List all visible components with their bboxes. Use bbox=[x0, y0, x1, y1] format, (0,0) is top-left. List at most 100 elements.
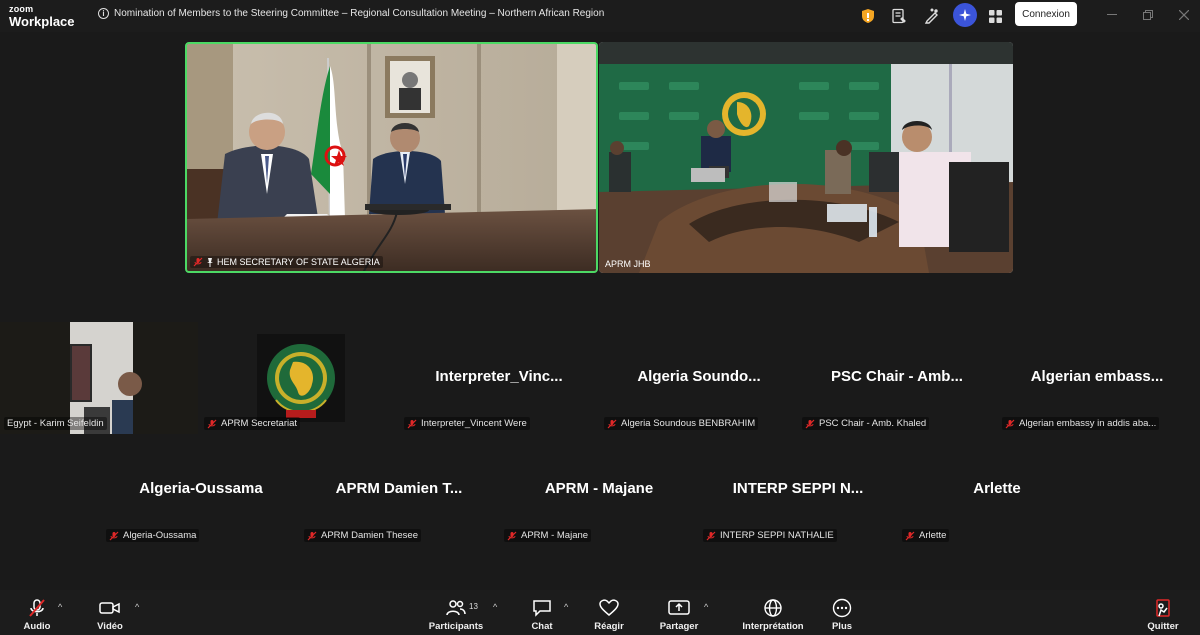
meeting-toolbar: Audio ^ Vidéo ^ Participants 13 ^ Chat ^… bbox=[0, 590, 1200, 635]
participant-name: APRM Damien Thesee bbox=[321, 530, 418, 541]
chat-bubble-icon bbox=[532, 598, 552, 618]
video-feed-office bbox=[187, 44, 596, 271]
react-button[interactable]: Réagir bbox=[574, 598, 644, 632]
video-camera-icon bbox=[99, 598, 121, 618]
more-label: Plus bbox=[831, 621, 853, 632]
mic-muted-icon bbox=[1005, 419, 1015, 428]
restore-icon[interactable] bbox=[1140, 7, 1156, 23]
participant-name: Arlette bbox=[919, 530, 947, 541]
video-label-text: Vidéo bbox=[97, 621, 123, 632]
whiteboard-pen-icon[interactable] bbox=[922, 6, 942, 26]
security-shield-icon[interactable] bbox=[858, 6, 878, 26]
mic-muted-icon bbox=[109, 531, 119, 540]
participant-display-name: Arlette bbox=[973, 480, 1021, 497]
video-options-caret-icon[interactable]: ^ bbox=[135, 602, 139, 612]
mic-muted-icon bbox=[307, 531, 317, 540]
ai-companion-icon[interactable] bbox=[953, 3, 977, 27]
leave-icon bbox=[1153, 598, 1173, 618]
meeting-title: Nomination of Members to the Steering Co… bbox=[114, 8, 605, 19]
more-button[interactable]: Plus bbox=[807, 598, 877, 632]
apps-grid-icon[interactable] bbox=[985, 6, 1005, 26]
participants-icon bbox=[446, 598, 466, 618]
participant-label: Algeria Soundous BENBRAHIM bbox=[604, 417, 759, 430]
interpretation-button[interactable]: Interprétation bbox=[738, 598, 808, 632]
notes-icon[interactable] bbox=[889, 6, 909, 26]
participant-label: INTERP SEPPI NATHALIE bbox=[703, 529, 837, 542]
video-tile-hem-algeria[interactable]: HEM SECRETARY OF STATE ALGERIA bbox=[185, 42, 598, 273]
video-name-tag: APRM JHB bbox=[602, 258, 654, 270]
participants-button[interactable]: Participants bbox=[421, 598, 491, 632]
video-name-tag: HEM SECRETARY OF STATE ALGERIA bbox=[190, 256, 383, 268]
participant-display-name: INTERP SEPPI N... bbox=[732, 480, 864, 497]
chat-options-caret-icon[interactable]: ^ bbox=[564, 602, 568, 612]
video-label: APRM JHB bbox=[605, 259, 651, 269]
participant-label: Algerian embassy in addis aba... bbox=[1002, 417, 1160, 430]
mic-muted-icon bbox=[193, 257, 203, 267]
globe-icon bbox=[763, 598, 783, 618]
participant-label: Interpreter_Vincent Were bbox=[404, 417, 530, 430]
participant-display-name: Algeria Soundo... bbox=[637, 368, 761, 385]
login-button[interactable]: Connexion bbox=[1015, 2, 1077, 26]
participant-tile[interactable]: Interpreter_Vinc... Interpreter_Vincent … bbox=[400, 322, 598, 434]
mic-muted-icon bbox=[607, 419, 617, 428]
participant-label: APRM Damien Thesee bbox=[304, 529, 421, 542]
participant-display-name: Algeria-Oussama bbox=[139, 480, 263, 497]
participant-display-name: Algerian embass... bbox=[1030, 368, 1164, 385]
participant-name: APRM - Majane bbox=[521, 530, 589, 541]
participant-display-name: PSC Chair - Amb... bbox=[831, 368, 963, 385]
close-icon[interactable] bbox=[1176, 7, 1192, 23]
share-screen-icon bbox=[668, 598, 690, 618]
participant-tile[interactable]: Egypt - Karim Seifeldin bbox=[0, 322, 198, 434]
audio-label: Audio bbox=[23, 621, 51, 632]
participant-name: Algeria Soundous BENBRAHIM bbox=[621, 418, 756, 429]
logo-line-2: Workplace bbox=[9, 14, 75, 29]
participant-name: Algerian embassy in addis aba... bbox=[1019, 418, 1157, 429]
participants-options-caret-icon[interactable]: ^ bbox=[493, 602, 497, 612]
logo-line-1: zoom bbox=[9, 4, 34, 14]
participant-label: APRM - Majane bbox=[504, 529, 592, 542]
participant-label: Egypt - Karim Seifeldin bbox=[4, 417, 107, 430]
participants-count: 13 bbox=[469, 602, 478, 611]
mic-muted-icon bbox=[207, 419, 217, 428]
participant-name: Algeria-Oussama bbox=[123, 530, 197, 541]
participant-name: Egypt - Karim Seifeldin bbox=[7, 418, 104, 429]
participant-label: Arlette bbox=[902, 529, 950, 542]
chat-label: Chat bbox=[531, 621, 553, 632]
audio-options-caret-icon[interactable]: ^ bbox=[58, 602, 62, 612]
mic-muted-icon bbox=[706, 531, 716, 540]
participant-tile[interactable]: PSC Chair - Amb... PSC Chair - Amb. Khal… bbox=[798, 322, 996, 434]
participant-name: PSC Chair - Amb. Khaled bbox=[819, 418, 927, 429]
pin-icon bbox=[207, 258, 213, 267]
participant-tile[interactable]: Algeria Soundo... Algeria Soundous BENBR… bbox=[600, 322, 798, 434]
participant-display-name: Interpreter_Vinc... bbox=[435, 368, 563, 385]
participant-tile[interactable]: Algeria-Oussama Algeria-Oussama bbox=[102, 434, 300, 546]
video-tile-aprm-jhb[interactable]: APRM JHB bbox=[599, 42, 1013, 273]
mic-muted-icon bbox=[27, 598, 47, 618]
react-label: Réagir bbox=[594, 621, 624, 632]
participant-tile[interactable]: APRM Secretariat bbox=[200, 322, 398, 434]
interpretation-label: Interprétation bbox=[742, 621, 804, 632]
participant-tile[interactable]: APRM - Majane APRM - Majane bbox=[500, 434, 698, 546]
participants-label: Participants bbox=[428, 621, 484, 632]
participant-label: PSC Chair - Amb. Khaled bbox=[802, 417, 930, 430]
mic-muted-icon bbox=[407, 419, 417, 428]
participant-tile[interactable]: APRM Damien T... APRM Damien Thesee bbox=[300, 434, 498, 546]
share-label: Partager bbox=[659, 621, 699, 632]
mic-muted-icon bbox=[805, 419, 815, 428]
share-options-caret-icon[interactable]: ^ bbox=[704, 602, 708, 612]
info-icon[interactable]: i bbox=[98, 8, 109, 19]
participant-tile[interactable]: INTERP SEPPI N... INTERP SEPPI NATHALIE bbox=[699, 434, 897, 546]
video-label: HEM SECRETARY OF STATE ALGERIA bbox=[217, 257, 380, 267]
heart-icon bbox=[599, 598, 619, 618]
participant-tile[interactable]: Algerian embass... Algerian embassy in a… bbox=[998, 322, 1196, 434]
mic-muted-icon bbox=[507, 531, 517, 540]
leave-button[interactable]: Quitter bbox=[1128, 598, 1198, 632]
participant-display-name: APRM Damien T... bbox=[335, 480, 463, 497]
minimize-icon[interactable] bbox=[1104, 7, 1120, 23]
participant-tile[interactable]: Arlette Arlette bbox=[898, 434, 1096, 546]
leave-label: Quitter bbox=[1147, 621, 1179, 632]
participant-name: APRM Secretariat bbox=[221, 418, 298, 429]
participant-name: Interpreter_Vincent Were bbox=[421, 418, 527, 429]
mic-muted-icon bbox=[905, 531, 915, 540]
participant-display-name: APRM - Majane bbox=[544, 480, 654, 497]
